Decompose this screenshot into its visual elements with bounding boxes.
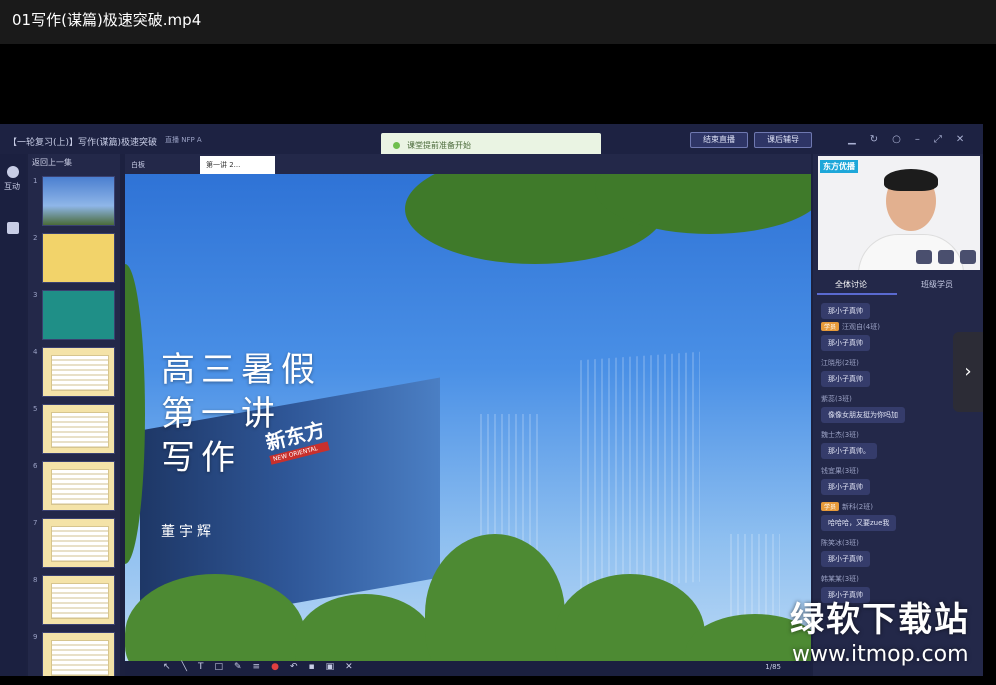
end-live-button[interactable]: 结束直播: [690, 132, 748, 148]
site-watermark: 绿软下载站: [790, 600, 970, 640]
camera-icon[interactable]: [938, 250, 954, 264]
breadcrumb: 【一轮复习(上)】写作(谋篇)极速突破: [8, 138, 158, 148]
whiteboard-icon[interactable]: [7, 222, 19, 234]
color-icon[interactable]: ●: [271, 662, 290, 672]
window-title-bar: 01写作(谋篇)极速突破.mp4: [0, 0, 996, 44]
after-class-button[interactable]: 课后辅导: [754, 132, 812, 148]
slide-author: 董宇辉: [161, 524, 215, 540]
teacher-camera: 东方优播: [818, 156, 980, 270]
active-tab-underline: [817, 293, 897, 295]
chat-message: 魏士杰(3班) 那小子真帅。: [821, 430, 877, 459]
delete-icon[interactable]: ▪: [308, 662, 325, 672]
tab-lesson-doc[interactable]: 第一讲 2...: [200, 156, 275, 174]
thumbnail-3[interactable]: 3: [33, 290, 115, 340]
left-nav: 互动: [0, 154, 26, 676]
settings-icon[interactable]: ○: [892, 134, 915, 145]
camera-brand: 东方优播: [820, 160, 858, 173]
window-title: 01写作(谋篇)极速突破.mp4: [12, 11, 202, 29]
teacher-hair: [884, 169, 938, 191]
slide-thumbnail-panel: 返回上一集 1 2 3 4 5 6 7 8 9: [28, 154, 120, 676]
mic-icon[interactable]: [960, 250, 976, 264]
thumbnail-2[interactable]: 2: [33, 233, 115, 283]
interact-label: 互动: [4, 182, 20, 191]
tab-all-discussion[interactable]: 全体讨论: [835, 279, 867, 290]
chat-message: 陈笑冰(3班) 那小子真帅: [821, 538, 870, 567]
tab-bar: 白板 第一讲 2...: [125, 154, 811, 174]
trees-mid: [295, 594, 435, 661]
slide-title: 高三暑假 第一讲 写作: [161, 350, 321, 478]
site-watermark-url: www.itmop.com: [792, 642, 969, 667]
window-controls[interactable]: ▁↻○–⤢✕: [848, 134, 978, 145]
trees-center: [425, 534, 565, 661]
chat-message: 江晓彤(2班) 那小子真帅: [821, 358, 870, 387]
chat-message: 那小子真帅: [821, 300, 870, 319]
back-link[interactable]: 返回上一集: [32, 157, 72, 168]
building-tall: [580, 351, 700, 591]
thumbnail-8[interactable]: 8: [33, 575, 115, 625]
chat-message: 学员 汪观自(4班) 那小子真帅: [821, 322, 880, 351]
chat-tabs: 全体讨论 班级学员: [813, 274, 983, 295]
thumbnail-6[interactable]: 6: [33, 461, 115, 511]
undo-icon[interactable]: ↶: [290, 662, 309, 672]
tab-whiteboard[interactable]: 白板: [125, 156, 151, 174]
chat-message: 钱宜果(3班) 那小子真帅: [821, 466, 870, 495]
screen-icon[interactable]: [916, 250, 932, 264]
maximize-icon[interactable]: ⤢: [934, 134, 956, 145]
chat-message: 学员 新科(2班) 哈哈哈，又要zue我: [821, 502, 897, 531]
interact-icon[interactable]: [7, 166, 19, 178]
slide-canvas: 高三暑假 第一讲 写作 新东方 NEW ORIENTAL 董宇辉: [125, 174, 811, 661]
pointer-icon[interactable]: ↖: [163, 662, 182, 672]
brush-icon[interactable]: ✎: [234, 662, 253, 672]
minimize-icon[interactable]: –: [915, 134, 934, 145]
shape-icon[interactable]: □: [214, 662, 234, 672]
page-indicator: 1/85: [765, 663, 781, 671]
next-video-button[interactable]: ›: [953, 332, 983, 412]
thumbnail-1[interactable]: 1: [33, 176, 115, 226]
signal-icon: ▁: [848, 134, 870, 145]
classroom-header: 【一轮复习(上)】写作(谋篇)极速突破 直播 NFP A 课堂提前准备开始 结束…: [0, 124, 983, 158]
chat-message: 紫蕊(3班) 像像女朋友挺为你吗加: [821, 394, 905, 423]
thumbnail-4[interactable]: 4: [33, 347, 115, 397]
clear-icon[interactable]: ▣: [326, 662, 346, 672]
refresh-icon[interactable]: ↻: [870, 134, 892, 145]
thumbnail-5[interactable]: 5: [33, 404, 115, 454]
thumbnail-7[interactable]: 7: [33, 518, 115, 568]
line-icon[interactable]: ≡: [253, 662, 272, 672]
close-tools-icon[interactable]: ✕: [345, 662, 364, 672]
trees-right: [555, 574, 705, 661]
close-icon[interactable]: ✕: [956, 134, 978, 145]
drawing-toolbar: ↖╲T□✎≡●↶▪▣✕ 1/85: [125, 661, 811, 676]
chevron-right-icon: ›: [964, 361, 972, 382]
text-icon[interactable]: T: [198, 662, 215, 672]
pen-icon[interactable]: ╲: [182, 662, 198, 672]
thumbnail-9[interactable]: 9: [33, 632, 115, 676]
tab-class-students[interactable]: 班级学员: [921, 279, 953, 290]
live-tag: 直播 NFP A: [165, 136, 202, 144]
